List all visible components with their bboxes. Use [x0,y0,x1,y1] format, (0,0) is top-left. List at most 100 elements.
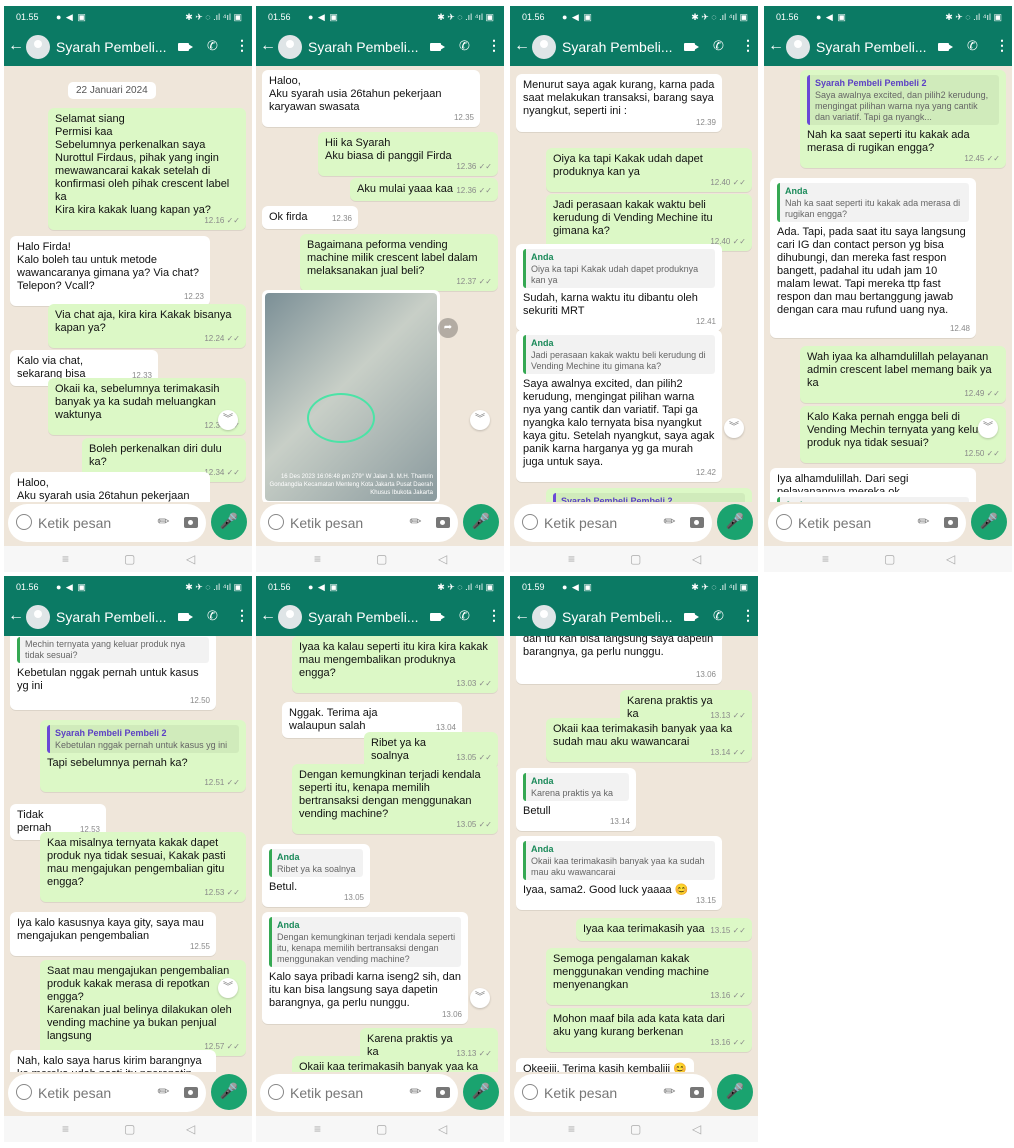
attach-icon[interactable]: ✎ [660,1081,680,1101]
message-bubble[interactable]: Oiya ka tapi Kakak udah dapet produknya … [546,148,752,192]
message-bubble[interactable]: Aku mulai yaaa kaa 12.36 ✓✓ [350,178,498,201]
phone-call-icon[interactable]: ✆ [207,38,218,54]
mic-button[interactable]: 🎤 [463,1074,499,1110]
more-options-icon[interactable]: ⋮ [995,37,1009,54]
nav-back-icon[interactable]: ◁ [438,552,447,566]
message-bubble[interactable]: Okeeiii. Terima kasih kembaliii 😊13.16 [516,1058,694,1072]
reply-quote[interactable]: Anda Jadi perasaan kakak waktu beli kerud… [523,335,715,374]
message-input[interactable]: Ketik pesan [290,1085,363,1101]
mic-button[interactable]: 🎤 [211,504,247,540]
avatar[interactable] [278,35,302,59]
message-bubble[interactable]: Anda Dengan kemungkinan terjadi kendala s… [262,912,468,1024]
message-input[interactable]: Ketik pesan [798,515,871,531]
reply-quote[interactable]: Anda Oiya ka tapi Kakak udah dapet produk… [523,249,715,288]
contact-name[interactable]: Syarah Pembeli... [56,39,167,55]
more-options-icon[interactable]: ⋮ [741,607,755,624]
nav-menu-icon[interactable]: ≡ [62,552,69,566]
camera-icon[interactable] [690,1087,704,1098]
chat-area[interactable]: Iyaa ka kalau seperti itu kira kira kaka… [256,636,504,1072]
scroll-down-icon[interactable]: ︾ [218,410,238,430]
scroll-down-icon[interactable]: ︾ [724,418,744,438]
nav-home-icon[interactable]: ▢ [884,552,895,566]
contact-name[interactable]: Syarah Pembeli... [56,609,167,625]
nav-home-icon[interactable]: ▢ [124,1122,135,1136]
camera-icon[interactable] [690,517,704,528]
attach-icon[interactable]: ✎ [406,511,426,531]
more-options-icon[interactable]: ⋮ [235,607,249,624]
message-input-bar[interactable]: Ketik pesan ✎ [260,1074,458,1112]
chat-area[interactable]: Menurut saya agak kurang, karna pada saa… [510,66,758,502]
reply-quote[interactable]: Syarah Pembeli Pembeli 2Sudah, karna wak… [553,493,745,502]
camera-icon[interactable] [436,1087,450,1098]
attach-icon[interactable]: ✎ [154,511,174,531]
camera-icon[interactable] [184,1087,198,1098]
message-bubble[interactable]: Ok firda 12.36 [262,206,358,229]
message-bubble[interactable]: Anda Karena praktis ya ka Betull 13.14 [516,768,636,831]
message-input-bar[interactable]: Ketik pesan ✎ [514,1074,712,1112]
avatar[interactable] [532,35,556,59]
phone-call-icon[interactable]: ✆ [459,608,470,624]
more-options-icon[interactable]: ⋮ [487,607,501,624]
message-bubble[interactable]: Anda Oiya ka tapi Kakak udah dapet produk… [516,244,722,331]
avatar[interactable] [786,35,810,59]
message-input[interactable]: Ketik pesan [290,515,363,531]
scroll-down-icon[interactable]: ︾ [218,978,238,998]
message-bubble[interactable]: Haloo, Aku syarah usia 26tahun pekerjaan… [262,70,480,127]
avatar[interactable] [532,605,556,629]
nav-menu-icon[interactable]: ≡ [314,1122,321,1136]
message-input[interactable]: Ketik pesan [544,515,617,531]
message-input[interactable]: Ketik pesan [38,515,111,531]
message-bubble[interactable]: dan itu kan bisa langsung saya dapetin b… [516,636,722,684]
reply-quote[interactable]: Anda Okaii kaa terimakasih banyak yaa ka … [523,841,715,880]
back-arrow-icon[interactable]: ← [260,37,276,55]
avatar[interactable] [278,605,302,629]
emoji-icon[interactable] [776,514,792,530]
video-call-icon[interactable] [684,43,699,51]
mic-button[interactable]: 🎤 [717,504,753,540]
message-bubble[interactable]: Hii ka Syarah Aku biasa di panggil Firda… [318,132,498,176]
avatar[interactable] [26,605,50,629]
message-bubble[interactable]: Anda Ribet ya ka soalnya Betul. 13.05 [262,844,370,907]
more-options-icon[interactable]: ⋮ [741,37,755,54]
back-arrow-icon[interactable]: ← [260,607,276,625]
message-bubble[interactable]: Kalo Kaka pernah engga beli di Vending M… [800,406,1006,463]
contact-name[interactable]: Syarah Pembeli... [816,39,927,55]
photo-vending-machine[interactable]: 16 Des 2023 16:06:48 pm 279° W Jalan Jl.… [265,293,437,501]
chat-area[interactable]: 22 Januari 2024 Selamat siang Permisi kaa… [4,66,252,502]
image-message[interactable]: 16 Des 2023 16:06:48 pm 279° W Jalan Jl.… [262,290,440,502]
message-bubble[interactable]: Jadi perasaan kakak waktu beli kerudung … [546,194,752,251]
message-bubble[interactable]: Menurut saya agak kurang, karna pada saa… [516,74,722,132]
back-arrow-icon[interactable]: ← [8,607,24,625]
nav-back-icon[interactable]: ◁ [692,552,701,566]
message-bubble[interactable]: Haloo, Aku syarah usia 26tahun pekerjaan [10,472,210,502]
chat-area[interactable]: Mechin ternyata yang keluar produk nya t… [4,636,252,1072]
scroll-down-icon[interactable]: ︾ [470,988,490,1008]
message-input-bar[interactable]: Ketik pesan ✎ [514,504,712,542]
message-bubble[interactable]: Syarah Pembeli Pembeli 2 Saya awalnya exc… [800,70,1006,168]
reply-quote[interactable]: Anda [777,497,969,502]
scroll-down-icon[interactable]: ︾ [470,410,490,430]
nav-back-icon[interactable]: ◁ [692,1122,701,1136]
message-bubble[interactable]: Okaii ka, sebelumnya terimakasih banyak … [48,378,246,435]
message-bubble[interactable]: Kaa misalnya ternyata kakak dapet produk… [40,832,246,902]
message-bubble[interactable]: Nah, kalo saya harus kirim barangnya ke … [10,1050,216,1072]
message-bubble[interactable]: Mohon maaf bila ada kata kata dari aku y… [546,1008,752,1052]
message-bubble[interactable]: Okaii kaa terimakasih banyak yaa ka suda… [546,718,752,762]
attach-icon[interactable]: ✎ [914,511,934,531]
mic-button[interactable]: 🎤 [211,1074,247,1110]
reply-quote[interactable]: Syarah Pembeli Pembeli 2 Kebetulan nggak … [47,725,239,753]
chat-area[interactable]: Haloo, Aku syarah usia 26tahun pekerjaan… [256,66,504,502]
mic-button[interactable]: 🎤 [717,1074,753,1110]
nav-menu-icon[interactable]: ≡ [568,1122,575,1136]
emoji-icon[interactable] [16,514,32,530]
nav-back-icon[interactable]: ◁ [186,1122,195,1136]
contact-name[interactable]: Syarah Pembeli... [308,39,419,55]
back-arrow-icon[interactable]: ← [768,37,784,55]
nav-home-icon[interactable]: ▢ [630,552,641,566]
message-bubble[interactable]: Selamat siang Permisi kaa Sebelumnya per… [48,108,246,230]
message-bubble[interactable]: Anda [770,492,976,502]
emoji-icon[interactable] [522,1084,538,1100]
attach-icon[interactable]: ✎ [660,511,680,531]
reply-quote[interactable]: Anda Karena praktis ya ka [523,773,629,801]
camera-icon[interactable] [184,517,198,528]
